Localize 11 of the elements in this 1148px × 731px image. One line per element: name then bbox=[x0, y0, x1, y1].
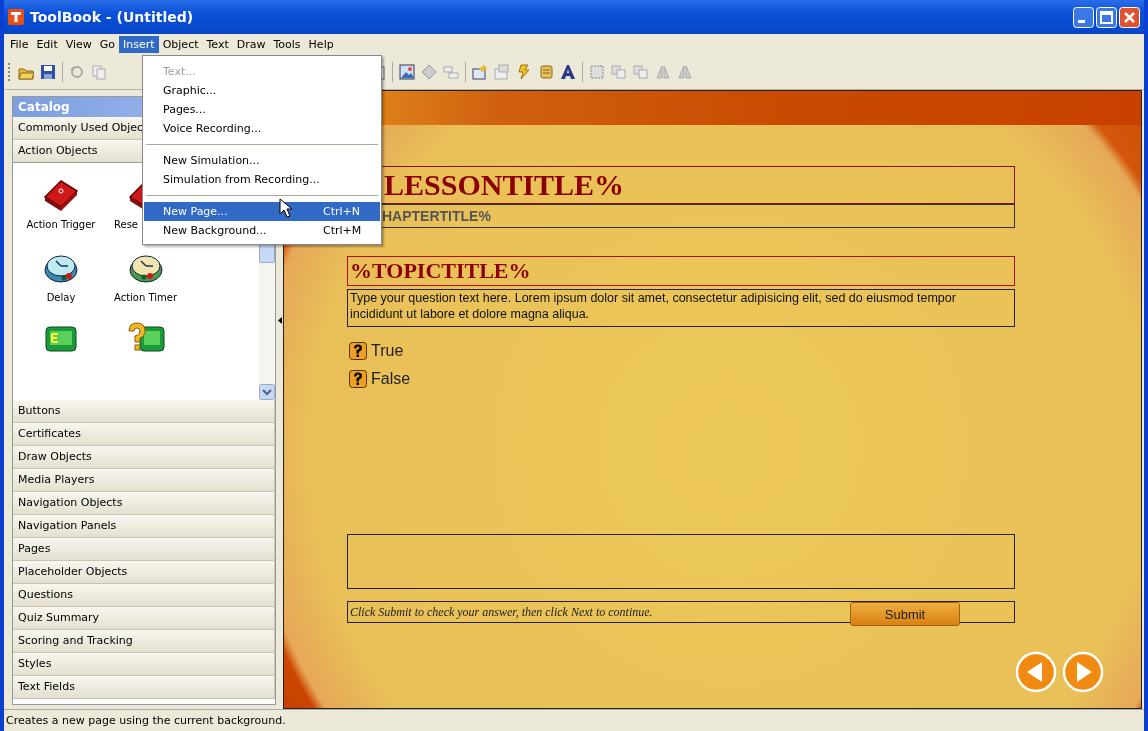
catalog-item-label: Delay bbox=[46, 292, 76, 303]
question-text: Type your question text here. Lorem ipsum dolor sit amet, consectetur adipisicing elit, sed do eiusmod tempor incididunt ut labore et dolore magna aliqua. bbox=[347, 289, 1015, 327]
catalog-item-label: Action Timer bbox=[114, 292, 178, 303]
catalog-item-label: Action Trigger bbox=[26, 219, 96, 230]
topic-title: %TOPICTITLE% bbox=[347, 256, 1015, 286]
window-title: ToolBook - (Untitled) bbox=[30, 9, 195, 25]
instructions-text: Click Submit to check your answer, then click Next to continue. bbox=[350, 604, 653, 620]
lesson-title: LESSONTITLE% bbox=[384, 168, 625, 202]
catalog-item-label: Rese bbox=[114, 219, 138, 230]
chapter-title: HAPTERTITLE% bbox=[382, 208, 491, 224]
status-bar: Creates a new page using the current background. bbox=[4, 709, 1144, 731]
